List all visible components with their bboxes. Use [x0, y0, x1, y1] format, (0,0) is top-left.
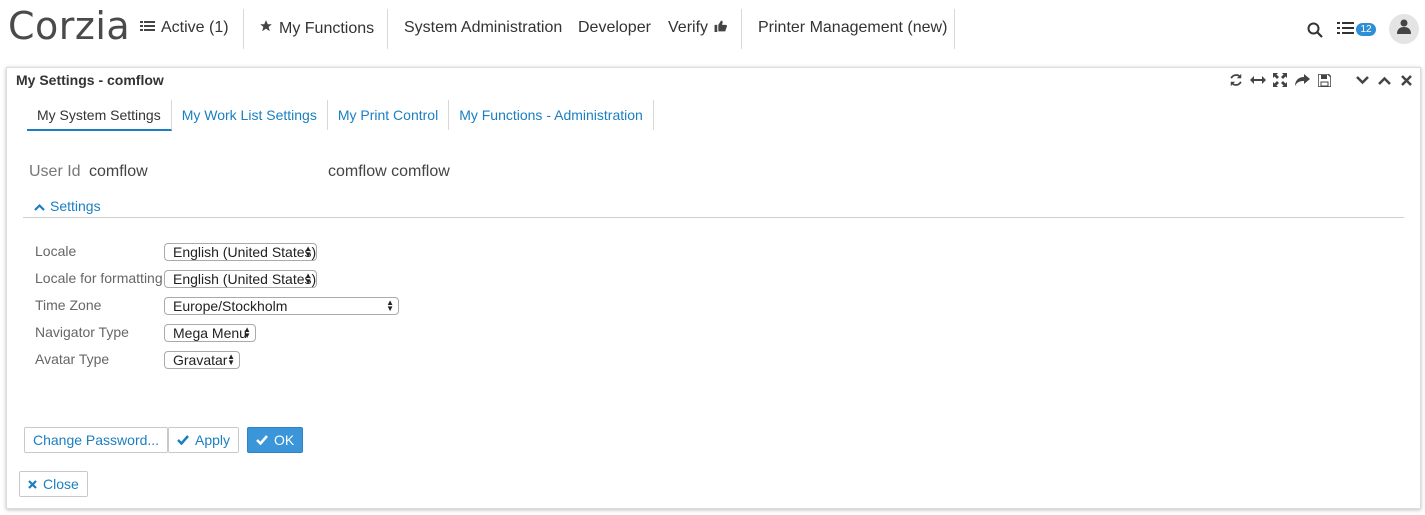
nav-verify-label: Verify	[668, 19, 709, 36]
nav-active[interactable]: Active (1)	[140, 19, 229, 37]
settings-section-toggle[interactable]: Settings	[34, 198, 101, 214]
locale-formatting-select-value: English (United States)	[173, 271, 317, 287]
locale-select[interactable]: English (United States) ▲ ▼	[164, 243, 317, 261]
nav-verify[interactable]: Verify	[668, 19, 728, 37]
app-logo[interactable]: Corzia	[8, 4, 130, 48]
avatar-type-label: Avatar Type	[35, 351, 110, 367]
select-arrows-icon: ▲ ▼	[304, 271, 312, 286]
nav-my-functions-label: My Functions	[279, 19, 375, 37]
chevron-up-icon	[34, 198, 45, 214]
nav-divider	[954, 9, 955, 49]
select-arrows-icon: ▲ ▼	[304, 244, 312, 259]
locale-formatting-label: Locale for formatting	[35, 270, 163, 286]
toolbar-spacer	[1338, 72, 1348, 88]
star-icon	[259, 19, 273, 38]
settings-tabs: My System Settings My Work List Settings…	[27, 100, 654, 131]
nav-developer-label: Developer	[578, 19, 651, 36]
nav-printer-management[interactable]: Printer Management (new)	[758, 19, 947, 37]
user-id-value: comflow	[89, 163, 148, 180]
nav-divider	[387, 9, 388, 49]
navigator-type-select-value: Mega Menu	[173, 325, 247, 341]
tab-my-work-list-settings[interactable]: My Work List Settings	[172, 100, 328, 130]
avatar-type-select[interactable]: Gravatar ▲ ▼	[164, 351, 240, 369]
window-toolbar	[1228, 72, 1414, 88]
ok-label: OK	[274, 432, 295, 448]
user-full-name: comflow comflow	[328, 163, 450, 180]
tab-my-print-control[interactable]: My Print Control	[328, 100, 450, 130]
navigator-type-label: Navigator Type	[35, 324, 129, 340]
user-avatar[interactable]	[1389, 14, 1419, 44]
navigator-type-select[interactable]: Mega Menu ▲ ▼	[164, 324, 256, 342]
avatar-type-select-value: Gravatar	[173, 352, 228, 368]
change-password-label: Change Password...	[33, 432, 160, 448]
time-zone-select-value: Europe/Stockholm	[173, 298, 288, 314]
select-arrows-icon: ▲ ▼	[243, 325, 251, 340]
select-arrows-icon: ▲ ▼	[386, 298, 394, 313]
section-divider	[23, 217, 1404, 218]
task-list-icon[interactable]: 12	[1337, 21, 1376, 40]
top-navigation-bar: Corzia Active (1) My Functions System Ad…	[0, 0, 1425, 60]
select-arrows-icon: ▲ ▼	[227, 352, 235, 367]
time-zone-select[interactable]: Europe/Stockholm ▲ ▼	[164, 297, 399, 315]
tab-my-functions-administration[interactable]: My Functions - Administration	[449, 100, 654, 130]
nav-active-label: Active (1)	[161, 19, 229, 36]
apply-label: Apply	[195, 432, 231, 448]
share-icon[interactable]	[1294, 72, 1310, 88]
expand-icon[interactable]	[1272, 72, 1288, 88]
thumbs-up-icon	[714, 19, 728, 37]
refresh-icon[interactable]	[1228, 72, 1244, 88]
check-icon	[256, 432, 268, 448]
close-icon	[28, 476, 37, 492]
search-icon[interactable]	[1307, 22, 1323, 43]
user-icon	[1397, 19, 1411, 39]
close-icon[interactable]	[1398, 72, 1414, 88]
close-button[interactable]: Close	[19, 471, 88, 497]
check-icon	[177, 432, 189, 448]
ok-button[interactable]: OK	[247, 427, 304, 453]
nav-my-functions[interactable]: My Functions	[259, 19, 374, 38]
chevron-down-icon[interactable]	[1354, 72, 1370, 88]
settings-window: My Settings - comflow My System Settings	[6, 67, 1421, 509]
locale-label: Locale	[35, 243, 77, 259]
locale-formatting-select[interactable]: English (United States) ▲ ▼	[164, 270, 317, 288]
nav-printer-management-label: Printer Management (new)	[758, 19, 948, 36]
tab-my-system-settings[interactable]: My System Settings	[27, 100, 172, 131]
apply-button[interactable]: Apply	[168, 427, 240, 453]
notification-badge: 12	[1356, 23, 1376, 36]
locale-select-value: English (United States)	[173, 244, 317, 260]
nav-system-administration[interactable]: System Administration	[404, 19, 562, 37]
time-zone-label: Time Zone	[35, 297, 102, 313]
save-icon[interactable]	[1316, 72, 1332, 88]
list-icon	[140, 19, 155, 37]
change-password-button[interactable]: Change Password...	[24, 427, 169, 453]
nav-developer[interactable]: Developer	[578, 19, 651, 37]
resize-horizontal-icon[interactable]	[1250, 72, 1266, 88]
settings-section-label: Settings	[50, 198, 101, 214]
nav-system-administration-label: System Administration	[404, 19, 563, 36]
chevron-up-icon[interactable]	[1376, 72, 1392, 88]
nav-divider	[243, 9, 244, 49]
close-label: Close	[43, 476, 79, 492]
window-title: My Settings - comflow	[16, 72, 164, 88]
user-id-label: User Id	[29, 163, 81, 180]
nav-divider	[741, 9, 742, 49]
